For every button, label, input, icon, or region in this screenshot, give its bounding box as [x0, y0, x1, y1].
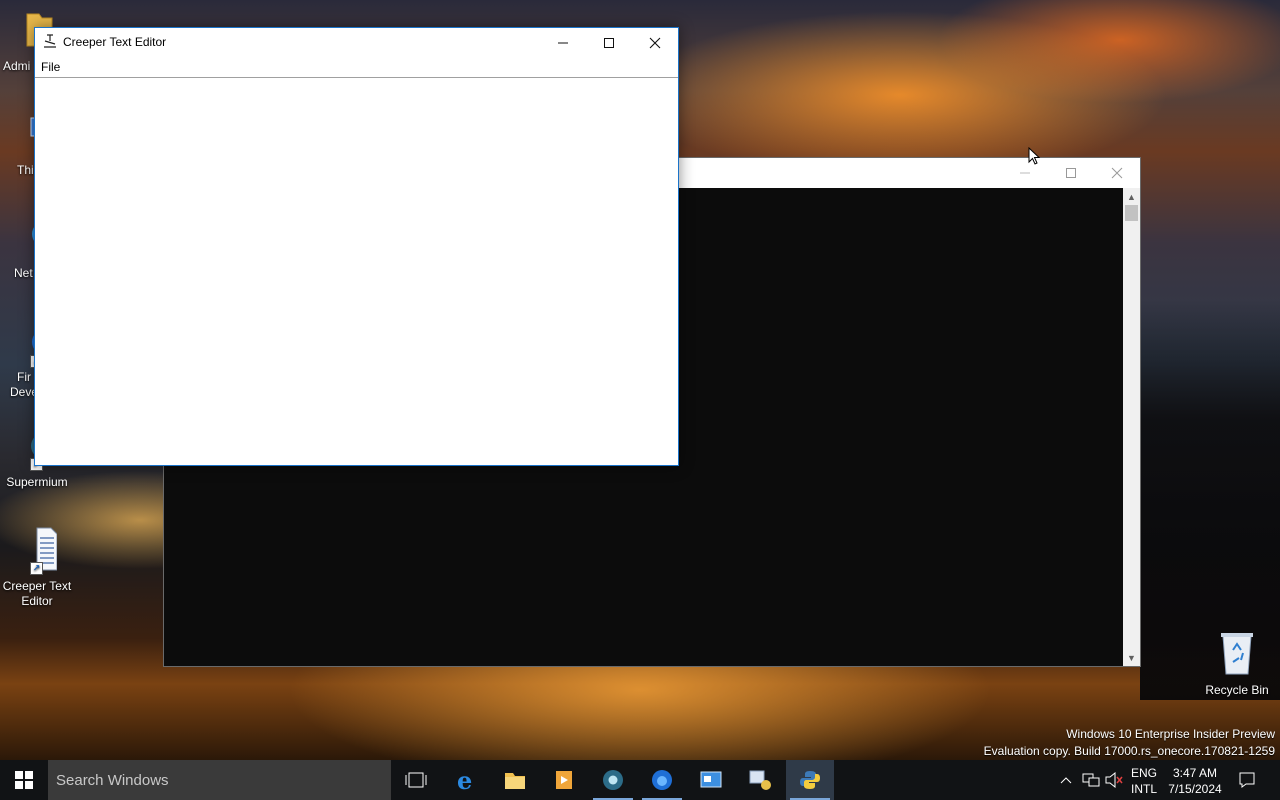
taskbar: Search Windows e ENG INTL 3:47 AM 7/15/2… — [0, 760, 1280, 800]
close-icon — [649, 37, 661, 48]
network-icon — [1082, 773, 1100, 787]
clock[interactable]: 3:47 AM 7/15/2024 — [1165, 765, 1225, 797]
console-scrollbar[interactable]: ▲ ▼ — [1123, 188, 1140, 666]
taskbar-edge[interactable]: e — [442, 760, 490, 800]
windows-watermark: Windows 10 Enterprise Insider Preview Ev… — [984, 726, 1275, 760]
close-button[interactable] — [632, 28, 678, 57]
task-view-icon — [405, 772, 427, 788]
chevron-up-icon — [1060, 777, 1072, 784]
media-player-icon — [556, 771, 572, 789]
minimize-icon — [1020, 172, 1030, 174]
start-button[interactable] — [0, 760, 48, 800]
file-explorer-icon — [505, 773, 525, 789]
scroll-thumb[interactable] — [1125, 205, 1138, 221]
clock-date: 7/15/2024 — [1168, 782, 1222, 796]
text-editing-area[interactable] — [35, 78, 678, 465]
taskbar-media-player[interactable] — [540, 760, 588, 800]
firefox-icon — [652, 770, 672, 790]
task-view-button[interactable] — [392, 760, 440, 800]
desktop-icon-recycle-bin[interactable]: Recycle Bin — [1200, 630, 1274, 697]
creeper-text-editor-window[interactable]: Creeper Text Editor File — [34, 27, 679, 466]
network-tray-button[interactable] — [1081, 770, 1101, 790]
python-icon — [800, 771, 820, 789]
scroll-down-arrow-icon[interactable]: ▼ — [1123, 649, 1140, 666]
volume-muted-icon — [1105, 772, 1123, 788]
watermark-build: Evaluation copy. Build 17000.rs_onecore.… — [983, 744, 1275, 758]
desktop-icon-label: Supermium — [6, 475, 68, 489]
control-panel-icon — [700, 771, 722, 788]
taskbar-file-explorer[interactable] — [491, 760, 539, 800]
taskbar-control-panel[interactable] — [687, 760, 735, 800]
supermium-icon — [603, 770, 623, 790]
maximize-button[interactable] — [586, 28, 632, 57]
edge-icon: e — [457, 768, 472, 792]
desktop-icon-creeper-text-editor[interactable]: ↗ Creeper Text Editor — [0, 526, 74, 608]
network-share-icon — [749, 770, 771, 790]
close-icon — [1111, 167, 1123, 179]
feather-icon — [43, 34, 57, 48]
search-box[interactable]: Search Windows — [48, 760, 391, 800]
desktop-icon-label: Recycle Bin — [1205, 683, 1269, 697]
maximize-icon — [604, 37, 614, 48]
taskbar-supermium[interactable] — [589, 760, 637, 800]
minimize-button[interactable] — [540, 28, 586, 57]
watermark-edition: Windows 10 Enterprise Insider Preview — [1066, 727, 1275, 741]
text-document-icon: ↗ — [17, 526, 58, 575]
notification-icon — [1239, 772, 1255, 788]
taskbar-firefox[interactable] — [638, 760, 686, 800]
menu-bar: File — [35, 57, 678, 78]
minimize-icon — [558, 42, 568, 43]
language-code: ENG — [1131, 766, 1158, 780]
taskbar-python[interactable] — [786, 760, 834, 800]
action-center-button[interactable] — [1237, 770, 1257, 790]
search-placeholder: Search Windows — [56, 772, 169, 789]
menu-file[interactable]: File — [40, 60, 61, 74]
show-hidden-icons-button[interactable] — [1056, 770, 1076, 790]
volume-tray-button[interactable] — [1104, 770, 1124, 790]
svg-text:e: e — [457, 768, 472, 792]
maximize-icon — [1066, 168, 1076, 178]
desktop-icon-label: Net — [14, 266, 33, 280]
desktop-icon-label: Thi — [17, 163, 34, 177]
mouse-cursor-icon — [1028, 146, 1042, 167]
scroll-up-arrow-icon[interactable]: ▲ — [1123, 188, 1140, 205]
window-title: Creeper Text Editor — [63, 35, 167, 49]
recycle-bin-icon — [1217, 630, 1257, 675]
clock-time: 3:47 AM — [1172, 766, 1218, 780]
desktop-icon-label: Creeper Text Editor — [2, 579, 72, 608]
close-button[interactable] — [1094, 158, 1140, 188]
input-language-indicator[interactable]: ENG INTL — [1131, 765, 1157, 797]
editor-titlebar[interactable]: Creeper Text Editor — [35, 28, 678, 57]
taskbar-network-share[interactable] — [736, 760, 784, 800]
shortcut-arrow-icon: ↗ — [30, 562, 43, 575]
maximize-button[interactable] — [1048, 158, 1094, 188]
desktop-icon-label: Admi — [3, 59, 31, 73]
keyboard-layout: INTL — [1131, 782, 1158, 796]
windows-logo-icon — [15, 771, 33, 789]
